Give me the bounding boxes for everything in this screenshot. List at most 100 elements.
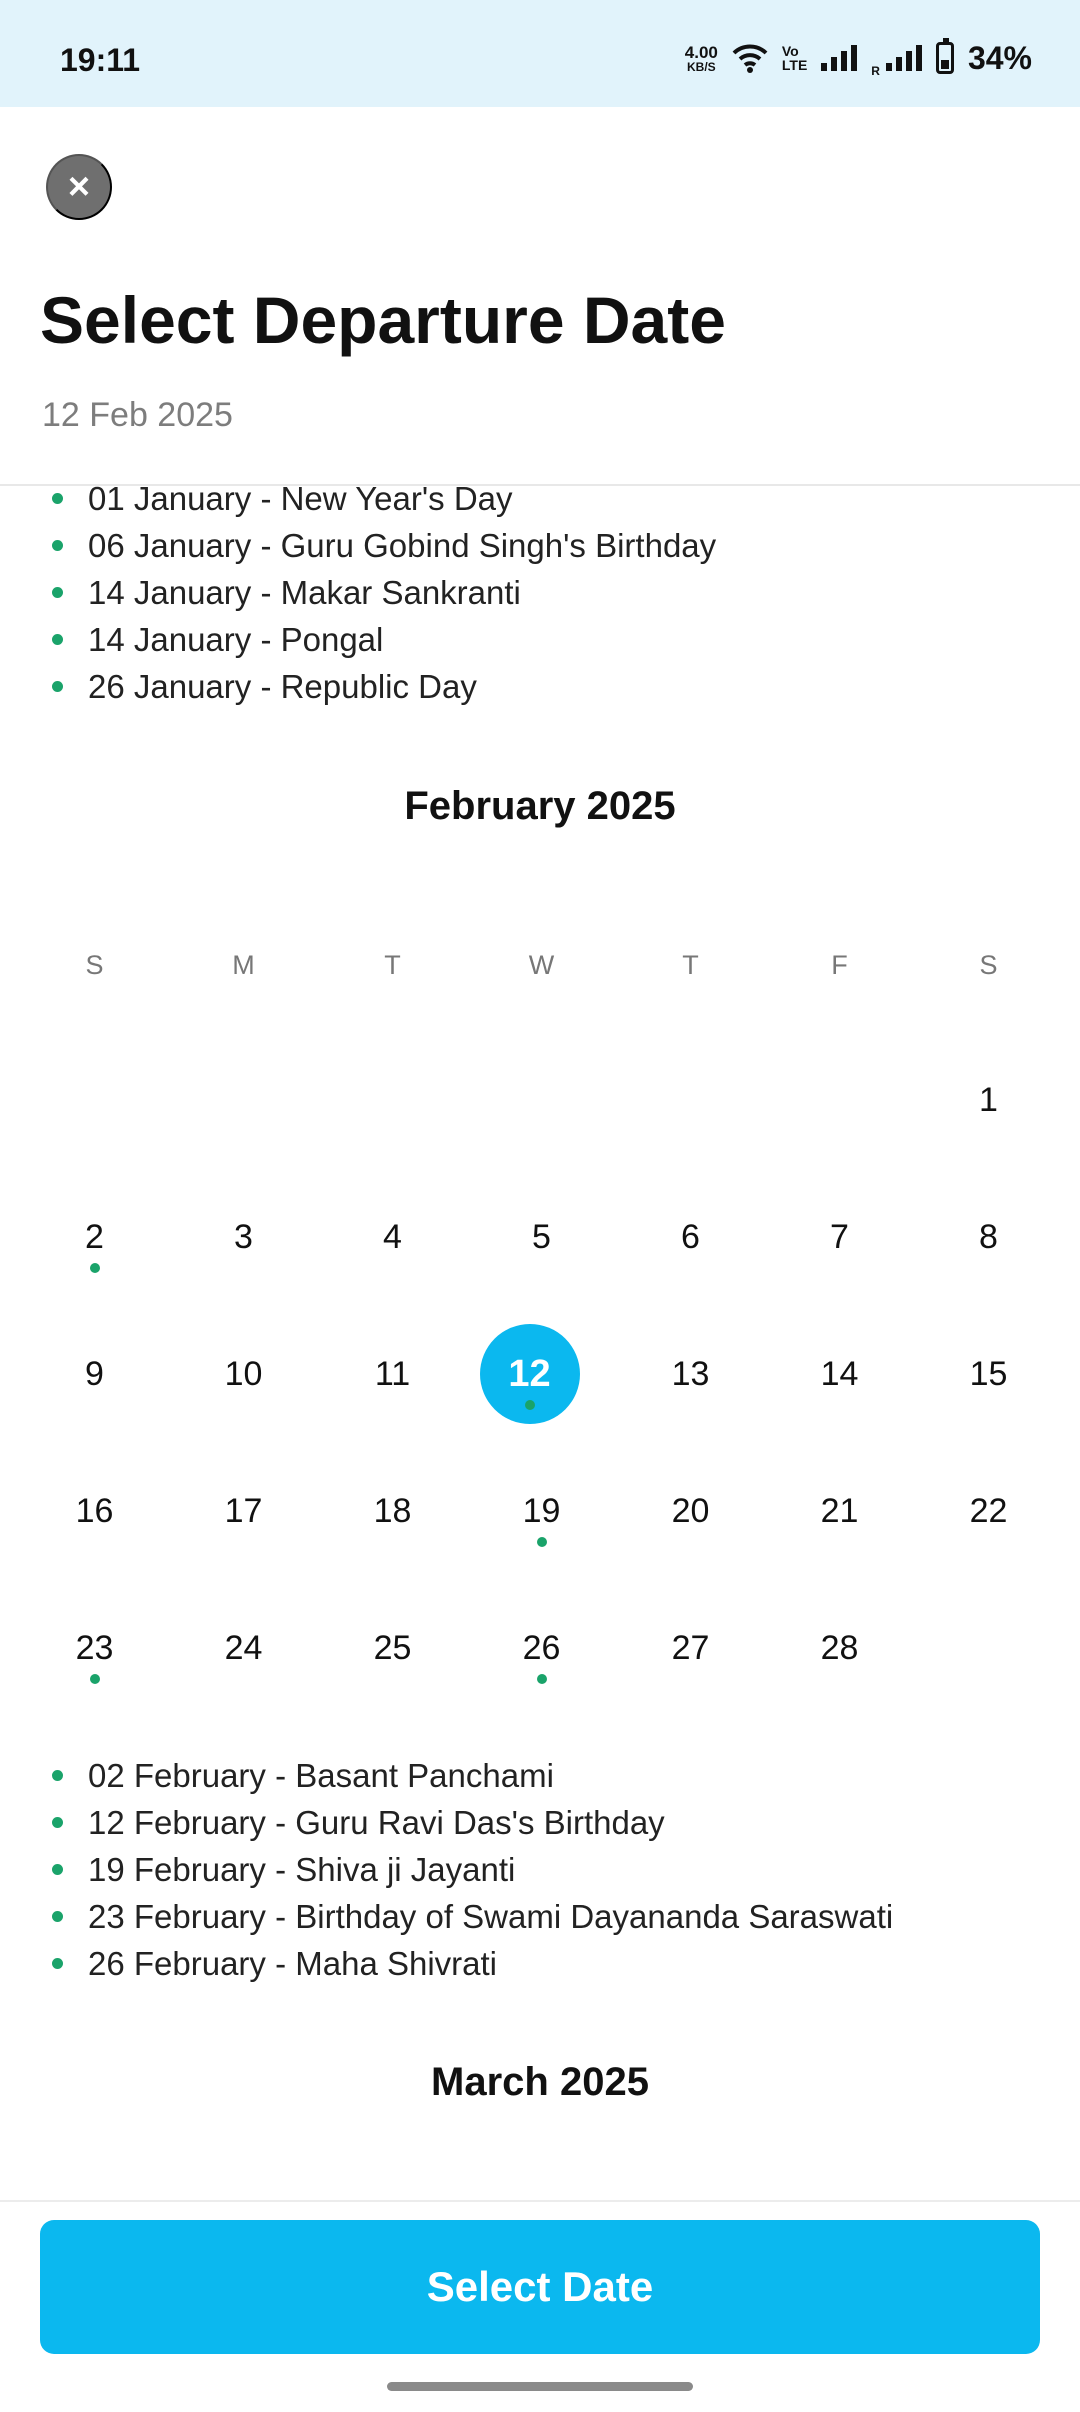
selected-date-label: 12 Feb 2025: [42, 396, 233, 434]
calendar-day-4[interactable]: 4: [318, 1187, 467, 1287]
status-icons: 4.00 KB/S Vo LTE R 34%: [685, 38, 1032, 78]
date-picker-screen: 19:11 4.00 KB/S Vo LTE R 34% × Select De…: [0, 0, 1080, 2412]
holiday-bullet: [52, 1864, 63, 1875]
weekday-mon: M: [232, 950, 255, 980]
calendar-day-2[interactable]: 2: [20, 1187, 169, 1287]
holiday-bullet: [52, 1958, 63, 1969]
weekday-fri: F: [831, 950, 848, 980]
select-date-button[interactable]: Select Date: [40, 2220, 1040, 2354]
network-speed-value: 4.00: [684, 42, 718, 62]
calendar-day-26[interactable]: 26: [467, 1598, 616, 1698]
calendar-day-number: 22: [969, 1491, 1008, 1530]
roaming-indicator: R: [871, 64, 880, 78]
signal-sim1-icon: [821, 45, 858, 71]
calendar-day-19[interactable]: 19: [467, 1461, 616, 1561]
calendar-day-number: 21: [820, 1491, 859, 1530]
close-icon: ×: [67, 166, 91, 208]
calendar-day-number: 18: [373, 1491, 412, 1530]
holiday-bullet: [52, 1817, 63, 1828]
calendar-day-12[interactable]: 12: [467, 1324, 616, 1424]
calendar-day-number: 11: [374, 1354, 411, 1393]
home-indicator[interactable]: [387, 2382, 693, 2391]
calendar-day-1[interactable]: 1: [914, 1050, 1063, 1150]
holiday-bullet: [52, 587, 63, 598]
holiday-item: 26 January - Republic Day: [52, 663, 716, 710]
network-speed: 4.00 KB/S: [685, 44, 718, 73]
calendar-day-28[interactable]: 28: [765, 1598, 914, 1698]
calendar-day-number: 16: [75, 1491, 114, 1530]
calendar-day-13[interactable]: 13: [616, 1324, 765, 1424]
calendar-day-9[interactable]: 9: [20, 1324, 169, 1424]
volte-top: Vo: [781, 43, 799, 59]
holiday-bullet: [52, 681, 63, 692]
calendar-day-number: 9: [85, 1354, 104, 1393]
calendar-day-6[interactable]: 6: [616, 1187, 765, 1287]
holiday-bullet: [52, 1770, 63, 1781]
calendar-day-number: 8: [979, 1217, 998, 1256]
calendar-day-15[interactable]: 15: [914, 1324, 1063, 1424]
weekday-wed: W: [528, 950, 555, 980]
calendar-day-24[interactable]: 24: [169, 1598, 318, 1698]
calendar-day-number: 6: [681, 1217, 700, 1256]
holiday-item: 06 January - Guru Gobind Singh's Birthda…: [52, 522, 716, 569]
calendar-day-22[interactable]: 22: [914, 1461, 1063, 1561]
holiday-item: 02 February - Basant Panchami: [52, 1752, 893, 1799]
battery-icon: [935, 38, 954, 74]
holiday-text: 02 February - Basant Panchami: [88, 1756, 554, 1794]
calendar-day-11[interactable]: 11: [318, 1324, 467, 1424]
battery-percent: 34%: [967, 39, 1032, 76]
holiday-bullet: [52, 540, 63, 551]
calendar-day-7[interactable]: 7: [765, 1187, 914, 1287]
holiday-bullet: [52, 1911, 63, 1922]
calendar-day-number: 3: [234, 1217, 253, 1256]
holiday-item: 12 February - Guru Ravi Das's Birthday: [52, 1799, 893, 1846]
holiday-item: 23 February - Birthday of Swami Dayanand…: [52, 1893, 893, 1940]
calendar-day-25[interactable]: 25: [318, 1598, 467, 1698]
calendar-day-number: 23: [75, 1628, 114, 1667]
holiday-text: 06 January - Guru Gobind Singh's Birthda…: [88, 526, 717, 564]
calendar-day-number: 27: [671, 1628, 710, 1667]
calendar-day-number: 10: [224, 1354, 263, 1393]
status-bar: 19:11 4.00 KB/S Vo LTE R 34%: [0, 0, 1080, 107]
calendar-day-number: 25: [373, 1628, 412, 1667]
holiday-item: 14 January - Makar Sankranti: [52, 569, 716, 616]
holiday-dot: [89, 1263, 100, 1273]
calendar-day-20[interactable]: 20: [616, 1461, 765, 1561]
weekday-sun: S: [85, 950, 104, 980]
holiday-text: 01 January - New Year's Day: [88, 479, 513, 517]
calendar-day-number: 13: [671, 1354, 710, 1393]
status-time: 19:11: [60, 42, 141, 78]
weekday-sat: S: [979, 950, 998, 980]
calendar-day-23[interactable]: 23: [20, 1598, 169, 1698]
holiday-item: 19 February - Shiva ji Jayanti: [52, 1846, 893, 1893]
calendar-day-8[interactable]: 8: [914, 1187, 1063, 1287]
calendar-day-number: 4: [383, 1217, 402, 1256]
calendar-day-17[interactable]: 17: [169, 1461, 318, 1561]
holiday-text: 12 February - Guru Ravi Das's Birthday: [88, 1803, 665, 1841]
footer-divider: [0, 2200, 1080, 2202]
calendar-day-number: 12: [508, 1352, 551, 1395]
calendar-day-18[interactable]: 18: [318, 1461, 467, 1561]
calendar-day-number: 28: [820, 1628, 859, 1667]
holiday-text: 23 February - Birthday of Swami Dayanand…: [88, 1897, 894, 1935]
calendar-day-14[interactable]: 14: [765, 1324, 914, 1424]
calendar-day-number: 26: [522, 1628, 561, 1667]
calendar-day-21[interactable]: 21: [765, 1461, 914, 1561]
calendar-day-number: 19: [522, 1491, 561, 1530]
calendar-day-3[interactable]: 3: [169, 1187, 318, 1287]
close-button[interactable]: ×: [46, 154, 112, 220]
calendar-day-number: 7: [830, 1217, 849, 1256]
calendar-day-number: 5: [532, 1217, 551, 1256]
calendar-day-27[interactable]: 27: [616, 1598, 765, 1698]
calendar-day-number: 14: [820, 1354, 859, 1393]
holiday-text: 19 February - Shiva ji Jayanti: [88, 1850, 516, 1888]
page-title: Select Departure Date: [40, 283, 726, 357]
calendar-day-5[interactable]: 5: [467, 1187, 616, 1287]
holiday-item: 01 January - New Year's Day: [52, 475, 716, 522]
holiday-text: 26 January - Republic Day: [88, 667, 477, 705]
calendar-day-number: 20: [671, 1491, 710, 1530]
calendar-day-10[interactable]: 10: [169, 1324, 318, 1424]
calendar-day-number: 2: [85, 1217, 104, 1256]
calendar-day-16[interactable]: 16: [20, 1461, 169, 1561]
holiday-text: 26 February - Maha Shivrati: [88, 1944, 498, 1982]
